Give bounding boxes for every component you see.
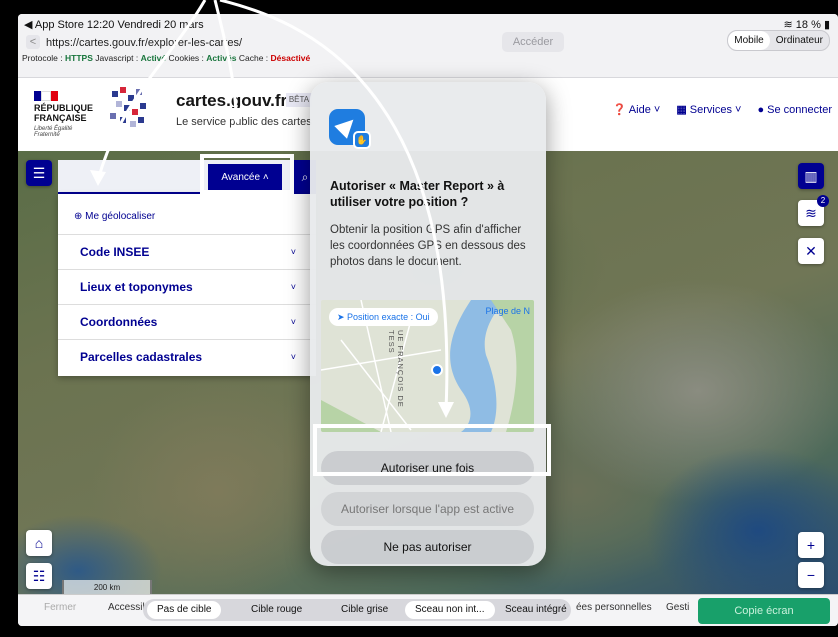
chip-no-target[interactable]: Pas de cible [147, 601, 222, 619]
mode-mobile[interactable]: Mobile [728, 31, 770, 50]
bottom-toolbar: Fermer Accessib Pas de cible Cible rouge… [18, 594, 838, 626]
screenshot-button[interactable]: Copie écran [698, 598, 830, 624]
adv-item-lieux[interactable]: Lieux et toponymes ˅ [58, 269, 316, 304]
personal-data-link[interactable]: ées personnelles [576, 602, 652, 613]
grid-icon: ▦ [676, 104, 687, 116]
rf-name: RÉPUBLIQUE FRANÇAISE [34, 103, 94, 123]
app-location-icon: ✋ [329, 109, 371, 149]
tools-button[interactable]: ✕ [798, 238, 824, 264]
flag-icon [34, 91, 58, 101]
tools-icon: ✕ [805, 243, 817, 259]
poi-label: Plage de N [485, 306, 530, 316]
zoom-out-button[interactable]: − [798, 562, 824, 588]
close-button[interactable]: Fermer [44, 602, 76, 613]
layers-count-badge: 2 [817, 195, 829, 207]
user-location-dot [431, 364, 443, 376]
chevron-down-icon: ˅ [290, 317, 296, 327]
header-nav: ❓ Aide ˅ ▦ Services ˅ ● Se connecter [613, 103, 832, 117]
adv-item-parcelles[interactable]: Parcelles cadastrales ˅ [58, 339, 316, 374]
zoom-in-button[interactable]: + [798, 532, 824, 558]
url-field[interactable]: https://cartes.gouv.fr/explorer-les-cart… [46, 33, 506, 53]
hand-icon: ✋ [353, 131, 371, 149]
ipad-screen: ◀ App Store 12:20 Vendredi 20 mars ≋ 18 … [18, 14, 838, 626]
gestion-link[interactable]: Gesti [666, 602, 689, 613]
nav-services[interactable]: ▦ Services ˅ [676, 103, 741, 116]
chevron-down-icon: ˅ [290, 282, 296, 292]
layers-icon: ≋ [805, 205, 817, 221]
go-button[interactable]: Accéder [502, 32, 564, 52]
legend-button[interactable]: ☷ [26, 563, 52, 589]
site-title[interactable]: cartes.gouv.fr [176, 91, 287, 111]
location-permission-dialog: ✋ Autoriser « Master Report » à utiliser… [310, 82, 546, 566]
legend-icon: ☷ [32, 568, 46, 584]
menu-icon: ☰ [32, 165, 46, 181]
device-frame: ◀ App Store 12:20 Vendredi 20 mars ≋ 18 … [0, 0, 838, 637]
mode-desktop[interactable]: Ordinateur [770, 31, 829, 50]
map-icon: ▥ [804, 168, 818, 184]
battery-icon: ▮ [823, 19, 830, 31]
chevron-down-icon: ˅ [290, 247, 296, 257]
map-catalog-button[interactable]: ▥ [798, 163, 824, 189]
allow-while-using-button[interactable]: Autoriser lorsque l'app est active [321, 492, 534, 526]
location-preview-map: ➤ Position exacte : Oui Plage de N UE FR… [321, 300, 534, 432]
adv-item-coordonnees[interactable]: Coordonnées ˅ [58, 304, 316, 339]
accessibility-link[interactable]: Accessib [108, 602, 148, 613]
user-icon: ● [757, 103, 765, 116]
dialog-title: Autoriser « Master Report » à utiliser v… [330, 179, 505, 209]
chip-grey-target[interactable]: Cible grise [331, 601, 398, 619]
chevron-down-icon: ˅ [290, 352, 296, 362]
browser-chrome: ◀ App Store 12:20 Vendredi 20 mars ≋ 18 … [18, 14, 838, 78]
layers-button[interactable]: ≋ 2 [798, 195, 829, 226]
beta-badge: BÊTA [286, 93, 312, 107]
reset-view-button[interactable]: ⌂ [26, 530, 52, 556]
capture-options: Pas de cible Cible rouge Cible grise Sce… [143, 599, 571, 621]
back-button[interactable]: < [26, 35, 40, 49]
ign-mosaic-logo [110, 87, 146, 131]
help-icon: ❓ [612, 104, 627, 116]
search-icon: ⌕ [301, 170, 309, 184]
protocol-info: Protocole : HTTPS Javascript : Activé Co… [22, 53, 311, 63]
highlight-geolocate [62, 194, 190, 232]
dialog-body: Obtenir la position GPS afin d'afficher … [330, 224, 526, 268]
highlight-allow-once [313, 424, 551, 476]
rf-motto: Liberté Égalité Fraternité [34, 126, 73, 138]
home-icon: ⌂ [34, 535, 44, 551]
precise-location-pill[interactable]: ➤ Position exacte : Oui [329, 308, 438, 326]
chip-seal-not-integrated[interactable]: Sceau non int... [405, 601, 495, 619]
republique-francaise-logo[interactable]: RÉPUBLIQUE FRANÇAISE Liberté Égalité Frat… [34, 91, 98, 138]
nav-login[interactable]: ● Se connecter [757, 104, 832, 116]
chip-red-target[interactable]: Cible rouge [241, 601, 312, 619]
nav-help[interactable]: ❓ Aide ˅ [613, 103, 661, 116]
site-subtitle: Le service public des cartes [176, 116, 312, 128]
street-label: UE FRANÇOIS DE TESS [387, 330, 405, 408]
adv-item-code-insee[interactable]: Code INSEE ˅ [58, 234, 316, 269]
menu-toggle-button[interactable]: ☰ [26, 160, 52, 186]
view-mode-toggle: Mobile Ordinateur [727, 30, 830, 51]
chip-seal-integrated[interactable]: Sceau intégré [495, 601, 577, 619]
deny-button[interactable]: Ne pas autoriser [321, 530, 534, 564]
highlight-advanced [200, 154, 294, 194]
status-time: ◀ App Store 12:20 Vendredi 20 mars [24, 19, 204, 31]
